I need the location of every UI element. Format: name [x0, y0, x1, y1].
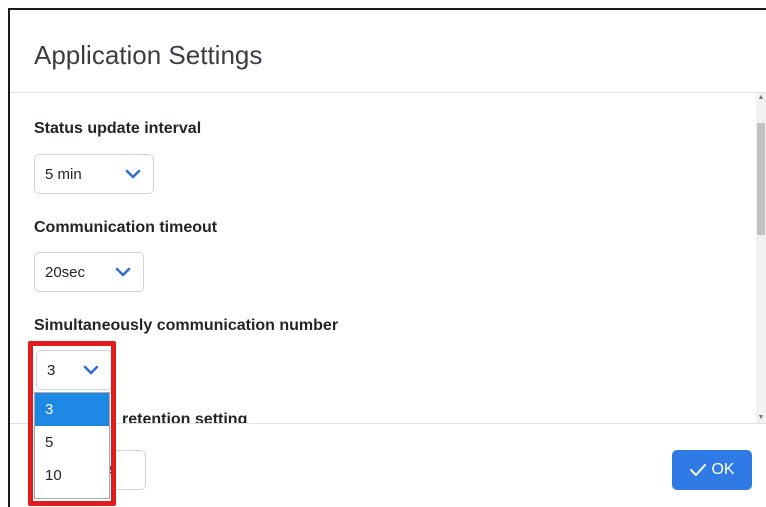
simultaneous-number-value: 3 — [47, 361, 56, 379]
scroll-thumb[interactable] — [757, 123, 765, 235]
scrollbar[interactable]: ▲ ▼ — [756, 93, 766, 423]
settings-dialog: Application Settings Status update inter… — [8, 8, 766, 507]
communication-timeout-label: Communication timeout — [34, 219, 218, 236]
communication-timeout-select[interactable]: 20sec — [34, 252, 144, 292]
check-icon — [690, 464, 707, 476]
chevron-down-icon — [125, 169, 141, 179]
scroll-up-arrow-icon[interactable]: ▲ — [756, 93, 766, 103]
chevron-down-icon — [83, 365, 99, 375]
dialog-body: Status update interval 5 min Communicati… — [10, 93, 766, 423]
dialog-footer: el OK — [10, 423, 766, 507]
dropdown-option-5[interactable]: 5 — [35, 426, 109, 459]
status-update-interval-select[interactable]: 5 min — [34, 154, 154, 194]
simultaneous-number-select[interactable]: 3 — [36, 350, 112, 390]
dialog-title: Application Settings — [34, 40, 263, 70]
ok-button[interactable]: OK — [672, 450, 752, 490]
scroll-down-arrow-icon[interactable]: ▼ — [756, 413, 766, 423]
chevron-down-icon — [115, 267, 131, 277]
status-update-interval-value: 5 min — [45, 165, 82, 183]
ok-button-label: OK — [711, 461, 735, 478]
communication-timeout-value: 20sec — [45, 263, 86, 281]
simultaneous-number-label: Simultaneously communication number — [34, 317, 339, 334]
dropdown-option-10[interactable]: 10 — [35, 459, 109, 492]
dialog-header: Application Settings — [10, 10, 766, 93]
dropdown-option-3[interactable]: 3 — [35, 393, 109, 426]
status-update-interval-label: Status update interval — [34, 120, 202, 137]
simultaneous-number-options: 3 5 10 — [34, 392, 110, 499]
retention-setting-label: retention setting — [122, 411, 248, 423]
